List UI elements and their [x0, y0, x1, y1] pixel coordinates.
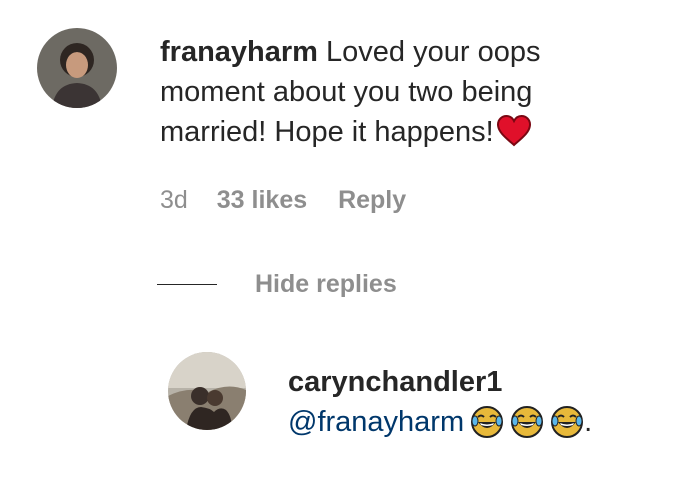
comment-body: franayharm Loved your oops moment about …: [160, 32, 640, 158]
face-with-tears-of-joy-icon: [510, 405, 544, 450]
reply-username[interactable]: carynchandler1: [288, 362, 592, 402]
reply-avatar[interactable]: [168, 352, 246, 430]
mention-link[interactable]: @franayharm: [288, 406, 464, 438]
comment-time: 3d: [160, 186, 188, 214]
face-with-tears-of-joy-icon: [550, 405, 584, 450]
face-with-tears-of-joy-icon: [470, 405, 504, 450]
hide-replies-label: Hide replies: [255, 270, 397, 298]
divider-line: [157, 284, 217, 285]
comment-username[interactable]: franayharm: [160, 36, 318, 68]
comment-meta: 3d 33 likes Reply: [160, 186, 430, 215]
red-heart-icon: [496, 114, 532, 158]
user-avatar[interactable]: [37, 28, 117, 108]
hide-replies-button[interactable]: Hide replies: [157, 270, 397, 299]
likes-count[interactable]: 33 likes: [217, 186, 307, 214]
reply-trailing-text: .: [584, 406, 593, 438]
reply-button[interactable]: Reply: [338, 186, 406, 214]
reply-body: carynchandler1 @franayharm.: [288, 362, 592, 450]
